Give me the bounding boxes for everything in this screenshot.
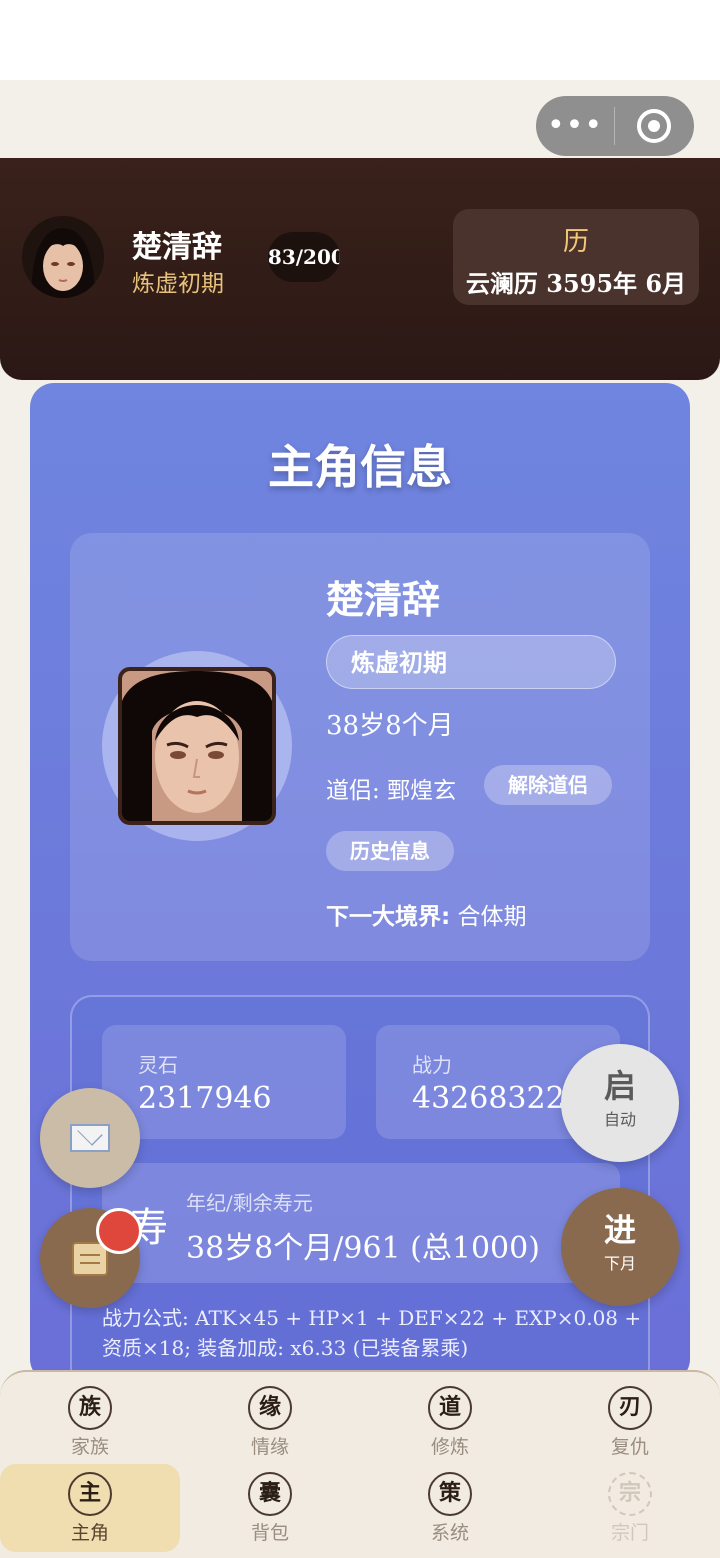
tab-sect[interactable]: 宗 宗门 [540, 1464, 720, 1552]
cultivate-icon: 道 [428, 1386, 472, 1430]
partner-name: 鄄煌玄 [387, 778, 457, 804]
tab-revenge[interactable]: 刃 复仇 [540, 1378, 720, 1466]
auto-play-icon: 启 [603, 1067, 636, 1105]
tab-backpack[interactable]: 囊 背包 [180, 1464, 360, 1552]
exp-progress-badge: 983/2000 [268, 232, 340, 282]
next-month-button[interactable]: 进 下月 [561, 1188, 679, 1306]
partner-label: 道侣: [326, 778, 380, 804]
backpack-icon: 囊 [248, 1472, 292, 1516]
header-realm: 炼虚初期 [132, 271, 224, 297]
tab-label: 家族 [70, 1436, 109, 1458]
spirit-stone-value: 2317946 [138, 1081, 272, 1116]
auto-play-button[interactable]: 启 自动 [561, 1044, 679, 1162]
formula-line-1: 战力公式: ATK×45 + HP×1 + DEF×22 + EXP×0.08 … [102, 1306, 642, 1330]
next-month-icon: 进 [603, 1211, 636, 1249]
more-icon[interactable]: ••• [536, 96, 614, 156]
header-name: 楚清辞 [132, 230, 222, 265]
tab-protagonist[interactable]: 主 主角 [0, 1464, 180, 1552]
auto-play-label: 自动 [603, 1110, 636, 1129]
lifespan-stat: 寿 年纪/剩余寿元 38岁8个月/961 (总1000) [102, 1163, 620, 1283]
formula-line-2: 资质×18; 装备加成: x6.33 (已装备累乘) [102, 1336, 469, 1360]
mini-program-capsule: ••• [536, 96, 694, 156]
power-formula: 战力公式: ATK×45 + HP×1 + DEF×22 + EXP×0.08 … [102, 1303, 642, 1363]
lifespan-value: 38岁8个月/961 (总1000) [186, 1231, 540, 1266]
tab-label: 主角 [70, 1522, 109, 1544]
profile-card: 楚清辞 炼虚初期 38岁8个月 道侣: 鄄煌玄 解除道侣 历史信息 下一大境界:… [70, 533, 650, 961]
tab-label: 复仇 [610, 1436, 649, 1458]
next-realm-label: 下一大境界: [326, 904, 451, 930]
close-target-button[interactable] [615, 109, 693, 143]
spirit-stone-stat: 灵石 2317946 [102, 1025, 346, 1139]
tab-romance[interactable]: 缘 情缘 [180, 1378, 360, 1466]
header-avatar[interactable] [22, 216, 104, 298]
character-age: 38岁8个月 [326, 711, 454, 741]
status-bar-area [0, 0, 720, 80]
tab-label: 宗门 [610, 1522, 649, 1544]
unbind-partner-button[interactable]: 解除道侣 [484, 765, 612, 805]
history-info-button[interactable]: 历史信息 [326, 831, 454, 871]
next-realm-value: 合体期 [457, 904, 527, 930]
tab-system[interactable]: 策 系统 [360, 1464, 540, 1552]
character-portrait[interactable] [118, 667, 276, 825]
combat-power-label: 战力 [412, 1053, 452, 1077]
realm-badge: 炼虚初期 [326, 635, 616, 689]
tab-label: 情缘 [250, 1436, 289, 1458]
character-name: 楚清辞 [326, 577, 441, 622]
next-month-label: 下月 [603, 1254, 636, 1273]
next-realm: 下一大境界: 合体期 [326, 897, 527, 931]
calendar-icon: 历 [562, 227, 589, 257]
portrait-image-icon [122, 671, 272, 821]
combat-power-value: 432683223 [412, 1081, 584, 1116]
notification-badge [96, 1208, 142, 1254]
partner-info: 道侣: 鄄煌玄 [326, 771, 456, 805]
sect-icon: 宗 [608, 1472, 652, 1516]
bottom-tab-bar: 族 家族 缘 情缘 道 修炼 刃 复仇 主 主角 囊 背包 策 系统 宗 宗门 [0, 1370, 720, 1558]
tab-label: 背包 [250, 1522, 289, 1544]
tab-label: 修炼 [430, 1436, 469, 1458]
top-header: 楚清辞 炼虚初期 983/2000 历 云澜历 3595年 6月 [0, 158, 720, 380]
calendar-date: 云澜历 3595年 6月 [465, 269, 687, 298]
avatar-portrait-icon [22, 216, 104, 298]
protagonist-icon: 主 [68, 1472, 112, 1516]
revenge-icon: 刃 [608, 1386, 652, 1430]
tab-cultivate[interactable]: 道 修炼 [360, 1378, 540, 1466]
target-icon [637, 109, 671, 143]
exp-text: 983/2000 [268, 245, 340, 269]
tab-label: 系统 [430, 1522, 469, 1544]
lifespan-label: 年纪/剩余寿元 [186, 1191, 313, 1215]
family-icon: 族 [68, 1386, 112, 1430]
mail-button[interactable] [40, 1088, 140, 1188]
calendar-panel[interactable]: 历 云澜历 3595年 6月 [453, 209, 699, 305]
page-title: 主角信息 [268, 440, 452, 494]
spirit-stone-label: 灵石 [138, 1053, 178, 1077]
system-icon: 策 [428, 1472, 472, 1516]
romance-icon: 缘 [248, 1386, 292, 1430]
envelope-icon [70, 1124, 110, 1152]
tab-family[interactable]: 族 家族 [0, 1378, 180, 1466]
